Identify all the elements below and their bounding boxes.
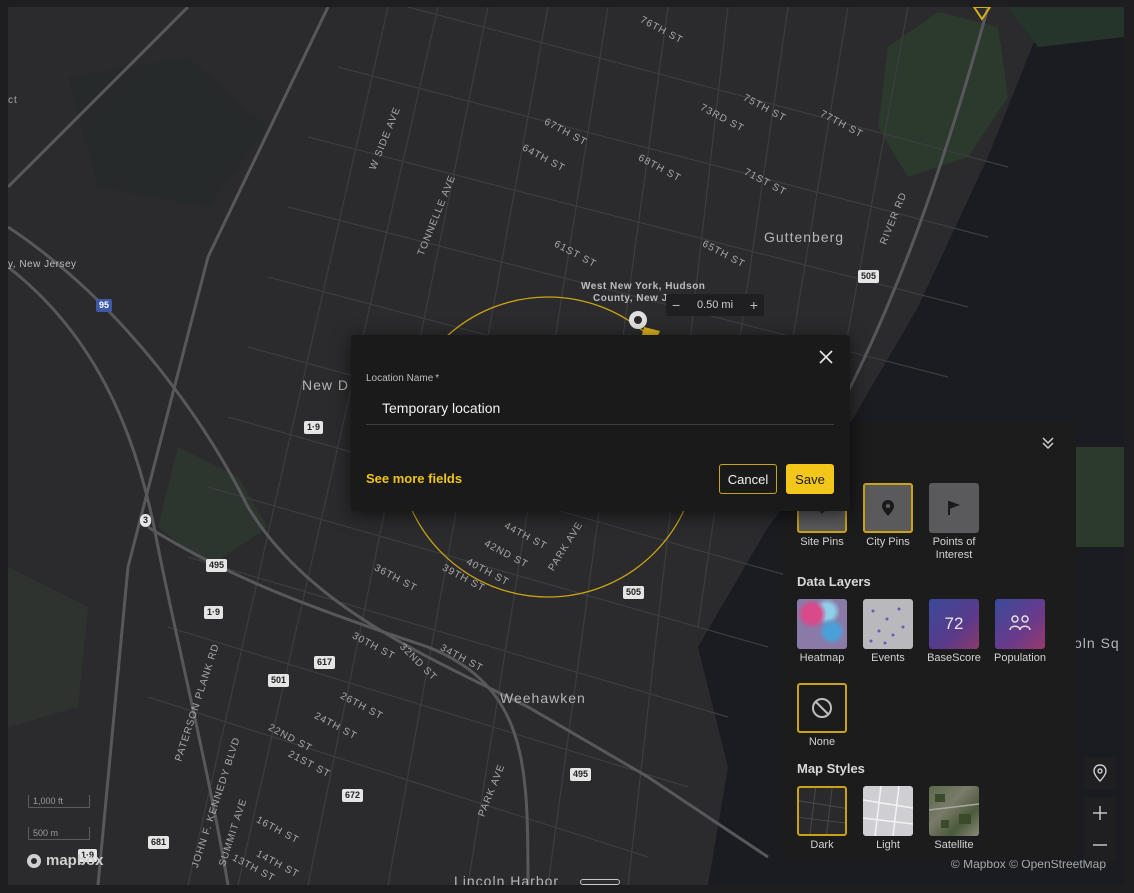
layer-tile-city-pins[interactable]: City Pins (863, 483, 913, 549)
plus-icon (1093, 806, 1107, 820)
town-label-west-new-york: West New York, Hudson (581, 281, 706, 292)
collapse-chevron-icon[interactable] (1040, 435, 1056, 451)
mapbox-logo-icon (27, 853, 41, 868)
location-name-label: Location Name * (366, 373, 439, 384)
shield-c617: 617 (314, 656, 336, 669)
style-caption: Dark (810, 839, 834, 851)
events-dots-icon (869, 607, 905, 645)
events-thumb (863, 599, 913, 649)
town-label-new-jersey: y, New Jersey (8, 259, 77, 270)
map-pin-icon (882, 500, 894, 516)
town-label-guttenberg: Guttenberg (764, 229, 845, 245)
basescore-thumb: 72 (929, 599, 979, 649)
save-button[interactable]: Save (786, 464, 834, 494)
bottom-drag-handle[interactable] (580, 879, 620, 885)
layer-tile-points-of-interest[interactable]: Points of Interest (929, 483, 979, 562)
layer-tile-none[interactable]: None (797, 683, 847, 749)
zoom-out-button[interactable] (1084, 829, 1116, 861)
layer-caption: Site Pins (800, 536, 844, 548)
satellite-style-preview (929, 794, 979, 828)
layer-caption: City Pins (866, 536, 910, 548)
shield-c505-a: 505 (858, 270, 880, 283)
style-caption: Satellite (934, 839, 974, 851)
shield-c681: 681 (148, 836, 170, 849)
location-name-dialog: Location Name* See more fields Cancel Sa… (351, 335, 850, 511)
shield-c505-b: 505 (623, 586, 645, 599)
satellite-style-thumb (929, 786, 979, 836)
zoom-in-button[interactable] (1084, 797, 1116, 829)
layer-caption: Points of Interest (932, 536, 976, 561)
shield-i95: 95 (96, 299, 113, 312)
see-more-fields-link[interactable]: See more fields (366, 471, 462, 486)
town-label-new-d: New D (302, 377, 350, 393)
location-name-label-text: Location Name (366, 373, 434, 384)
style-tile-satellite[interactable]: Satellite (929, 786, 979, 852)
light-style-thumb (863, 786, 913, 836)
cancel-button[interactable]: Cancel (719, 464, 777, 494)
layer-tile-events[interactable]: Events (863, 599, 913, 665)
none-thumb (797, 683, 847, 733)
layer-caption: BaseScore (927, 652, 981, 664)
required-mark: * (435, 373, 440, 384)
flag-icon (948, 501, 960, 515)
people-group-icon (1009, 615, 1031, 631)
layer-caption: None (808, 736, 836, 748)
shield-i495-b: 495 (570, 768, 592, 781)
style-tile-dark[interactable]: Dark (797, 786, 847, 852)
shield-i495-a: 495 (206, 559, 228, 572)
layer-caption: Events (871, 652, 905, 664)
town-label-weehawken: Weehawken (500, 690, 586, 706)
shield-us19-b: 1·9 (204, 606, 224, 619)
location-name-input[interactable] (366, 391, 834, 425)
town-label-lincoln-harbor: Lincoln Harbor (454, 873, 560, 885)
dark-style-preview (799, 788, 845, 834)
population-thumb (995, 599, 1045, 649)
minus-icon (1093, 844, 1107, 846)
radius-increase-button[interactable]: + (750, 297, 758, 313)
mapbox-logo: mapbox (26, 852, 104, 869)
heatmap-thumb (797, 599, 847, 649)
shield-c672: 672 (342, 789, 364, 802)
data-layers-title: Data Layers (797, 574, 871, 589)
scale-bar-m: 500 m (28, 827, 90, 840)
shield-c501: 501 (268, 674, 290, 687)
layer-tile-population[interactable]: Population (994, 599, 1046, 665)
poi-thumb (929, 483, 979, 533)
radius-control: − 0.50 mi + (666, 294, 764, 316)
map-styles-title: Map Styles (797, 761, 865, 776)
no-layer-icon (812, 698, 832, 718)
town-label-west-new-york-2: County, New Je (593, 293, 674, 304)
mapbox-logo-text: mapbox (46, 852, 104, 869)
layer-caption: Heatmap (799, 652, 845, 664)
street-label-ct: ct (8, 95, 18, 106)
close-icon[interactable] (818, 349, 834, 365)
light-style-preview (863, 786, 913, 836)
radius-value: 0.50 mi (696, 299, 734, 311)
locate-button[interactable] (1084, 757, 1116, 789)
layer-caption: Population (994, 652, 1046, 664)
style-tile-light[interactable]: Light (863, 786, 913, 852)
radius-decrease-button[interactable]: − (672, 297, 680, 313)
shield-nj3: 3 (140, 514, 152, 527)
location-pin-icon (1093, 764, 1107, 782)
style-caption: Light (876, 839, 900, 851)
layer-tile-heatmap[interactable]: Heatmap (797, 599, 847, 665)
layer-tile-basescore[interactable]: 72 BaseScore (927, 599, 981, 665)
basescore-value: 72 (944, 614, 964, 633)
scale-bar-ft: 1,000 ft (28, 795, 90, 808)
city-pins-thumb (863, 483, 913, 533)
shield-us19-a: 1·9 (304, 421, 324, 434)
dark-style-thumb (797, 786, 847, 836)
